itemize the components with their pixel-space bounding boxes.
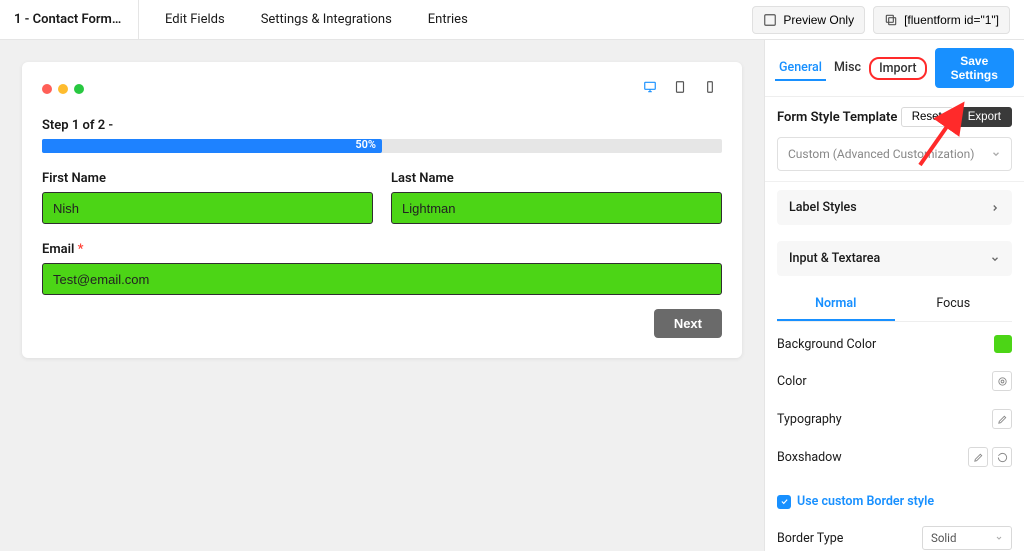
tab-import[interactable]: Import xyxy=(869,57,926,80)
shortcode-button[interactable]: [fluentform id="1"] xyxy=(873,6,1010,34)
checkbox-empty-icon xyxy=(763,13,777,27)
progress-bar: 50% xyxy=(42,139,722,153)
device-desktop-button[interactable] xyxy=(638,78,662,100)
form-title-segment: 1 - Contact Form ... xyxy=(14,0,139,39)
prop-border-type: Border Type Solid xyxy=(777,519,1012,551)
boxshadow-reset-button[interactable] xyxy=(992,447,1012,467)
device-switcher xyxy=(638,78,722,100)
copy-icon xyxy=(884,13,898,27)
traffic-yellow-icon xyxy=(58,84,68,94)
traffic-red-icon xyxy=(42,84,52,94)
top-bar: 1 - Contact Form ... Edit Fields Setting… xyxy=(0,0,1024,40)
accordion-label-styles[interactable]: Label Styles xyxy=(777,190,1012,225)
step-label: Step 1 of 2 - xyxy=(42,118,722,133)
save-settings-button[interactable]: Save Settings xyxy=(935,48,1014,88)
preview-only-button[interactable]: Preview Only xyxy=(752,6,865,34)
reset-button[interactable]: Reset xyxy=(901,107,953,127)
subtab-normal[interactable]: Normal xyxy=(777,288,895,321)
desktop-icon xyxy=(642,80,658,94)
first-name-label: First Name xyxy=(42,171,373,186)
form-style-template-title: Form Style Template xyxy=(777,110,897,125)
tablet-icon xyxy=(672,80,688,94)
email-input[interactable] xyxy=(42,263,722,295)
device-tablet-button[interactable] xyxy=(668,78,692,100)
background-color-swatch[interactable] xyxy=(994,335,1012,353)
state-subtabs: Normal Focus xyxy=(777,288,1012,322)
refresh-icon xyxy=(997,452,1008,463)
device-mobile-button[interactable] xyxy=(698,78,722,100)
settings-tabs: General Misc Import Save Settings xyxy=(765,40,1024,97)
export-button[interactable]: Export xyxy=(957,107,1012,127)
typography-edit-button[interactable] xyxy=(992,409,1012,429)
progress-fill: 50% xyxy=(42,139,382,153)
chevron-down-icon xyxy=(990,254,1000,264)
nav-edit-fields[interactable]: Edit Fields xyxy=(151,12,239,27)
nav-settings-integrations[interactable]: Settings & Integrations xyxy=(247,12,406,27)
chevron-down-icon xyxy=(995,534,1003,542)
required-asterisk-icon: * xyxy=(78,242,84,257)
email-label: Email * xyxy=(42,242,722,257)
template-select[interactable]: Custom (Advanced Customization) xyxy=(777,137,1012,171)
subtab-focus[interactable]: Focus xyxy=(895,288,1013,321)
traffic-lights xyxy=(42,84,84,94)
first-name-input[interactable] xyxy=(42,192,373,224)
form-style-template-head: Form Style Template Reset Export xyxy=(777,107,1012,127)
last-name-input[interactable] xyxy=(391,192,722,224)
preview-pane: Step 1 of 2 - 50% First Name Last Name xyxy=(0,40,764,551)
use-custom-border-toggle[interactable]: Use custom Border style xyxy=(765,488,1024,519)
border-type-select[interactable]: Solid xyxy=(922,526,1012,550)
traffic-green-icon xyxy=(74,84,84,94)
target-icon xyxy=(997,376,1008,387)
prop-background-color: Background Color xyxy=(777,326,1012,362)
prop-typography: Typography xyxy=(777,400,1012,438)
tab-general[interactable]: General xyxy=(775,56,826,81)
mobile-icon xyxy=(702,80,718,94)
preview-card: Step 1 of 2 - 50% First Name Last Name xyxy=(22,62,742,358)
last-name-label: Last Name xyxy=(391,171,722,186)
settings-pane: General Misc Import Save Settings Form S… xyxy=(764,40,1024,551)
chevron-right-icon xyxy=(990,203,1000,213)
pencil-icon xyxy=(973,452,984,463)
progress-percent: 50% xyxy=(355,138,376,151)
chevron-down-icon xyxy=(991,149,1001,159)
accordion-input-textarea[interactable]: Input & Textarea xyxy=(777,241,1012,276)
next-button[interactable]: Next xyxy=(654,309,722,338)
nav-entries[interactable]: Entries xyxy=(414,12,482,27)
boxshadow-edit-button[interactable] xyxy=(968,447,988,467)
form-title: 1 - Contact Form ... xyxy=(14,12,124,27)
prop-boxshadow: Boxshadow xyxy=(777,438,1012,476)
pencil-icon xyxy=(997,414,1008,425)
color-picker-button[interactable] xyxy=(992,371,1012,391)
checkbox-checked-icon xyxy=(777,495,791,509)
tab-misc[interactable]: Misc xyxy=(830,56,865,81)
prop-color: Color xyxy=(777,362,1012,400)
